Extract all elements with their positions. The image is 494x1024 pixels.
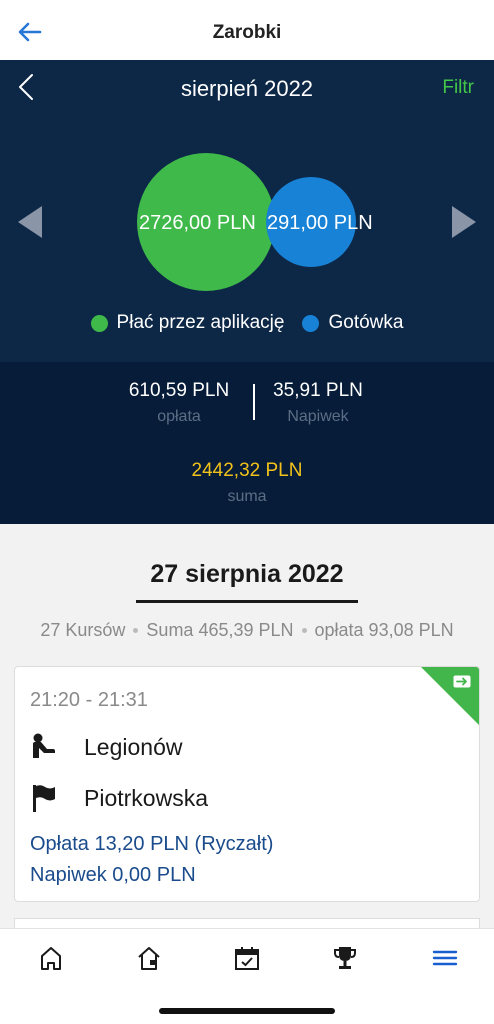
- house-badge-icon[interactable]: [134, 943, 164, 973]
- day-title: 27 sierpnia 2022: [150, 560, 344, 588]
- stat-separator: [133, 628, 139, 633]
- passenger-icon: [33, 733, 55, 758]
- payment-legend: Płać przez aplikację Gotówka: [0, 312, 494, 334]
- filter-button[interactable]: Filtr: [442, 77, 474, 99]
- legend-label-cash: Gotówka: [328, 312, 404, 333]
- fee-total-value: 610,59 PLN: [128, 380, 230, 401]
- legend-item-app: Płać przez aplikację: [90, 312, 285, 334]
- ride-tip: Napiwek 0,00 PLN: [30, 864, 196, 886]
- sum-total: 2442,32 PLN suma: [0, 460, 494, 506]
- home-icon[interactable]: [36, 943, 66, 973]
- month-label: sierpień 2022: [180, 76, 314, 101]
- trophy-icon[interactable]: [330, 943, 360, 973]
- tip-total-label: Napiwek: [287, 408, 349, 425]
- stat-separator: [301, 628, 307, 633]
- flag-icon: [33, 785, 55, 812]
- app-payments-amount: 2726,00 PLN: [139, 212, 256, 234]
- cash-payments-amount: 291,00 PLN: [267, 212, 373, 234]
- menu-icon[interactable]: [430, 943, 460, 973]
- dropoff-location: Piotrkowska: [84, 784, 208, 811]
- app-bar: Zarobki: [0, 0, 494, 60]
- pickup-location: Legionów: [84, 733, 183, 760]
- sum-total-value: 2442,32 PLN: [191, 460, 303, 481]
- day-fee: opłata 93,08 PLN: [314, 620, 454, 640]
- day-ride-count: 27 Kursów: [40, 620, 126, 640]
- legend-dot-green: [90, 314, 108, 332]
- totals-divider: [253, 384, 255, 420]
- calendar-check-icon[interactable]: [232, 943, 262, 973]
- home-indicator[interactable]: [159, 1008, 335, 1014]
- totals-panel: 610,59 PLN opłata 35,91 PLN Napiwek 2442…: [0, 362, 494, 524]
- fee-total: 610,59 PLN opłata: [110, 380, 248, 426]
- next-period-arrow-icon[interactable]: [450, 204, 478, 240]
- legend-label-app: Płać przez aplikację: [116, 312, 285, 333]
- tip-total: 35,91 PLN Napiwek: [262, 380, 374, 426]
- day-stats: 27 Kursów Suma 465,39 PLN opłata 93,08 P…: [0, 620, 494, 641]
- page-title: Zarobki: [212, 22, 282, 43]
- ride-dropoff: Piotrkowska: [30, 783, 208, 813]
- ride-pickup: Legionów: [30, 732, 182, 762]
- fee-total-label: opłata: [157, 408, 201, 425]
- ride-card[interactable]: 21:20 - 21:31 Legionów Piotrkowska Opłat…: [14, 666, 480, 902]
- sum-total-label: suma: [227, 488, 267, 505]
- ride-fee: Opłata 13,20 PLN (Ryczałt): [30, 833, 274, 855]
- ride-time: 21:20 - 21:31: [30, 689, 148, 711]
- exit-icon: [453, 675, 471, 688]
- day-sum: Suma 465,39 PLN: [146, 620, 294, 640]
- legend-dot-blue: [302, 314, 320, 332]
- day-title-underline: [136, 600, 358, 603]
- previous-period-arrow-icon[interactable]: [16, 204, 44, 240]
- earnings-summary: sierpień 2022 Filtr 2726,00 PLN 291,00 P…: [0, 60, 494, 362]
- legend-item-cash: Gotówka: [302, 312, 403, 334]
- tip-total-value: 35,91 PLN: [273, 380, 363, 401]
